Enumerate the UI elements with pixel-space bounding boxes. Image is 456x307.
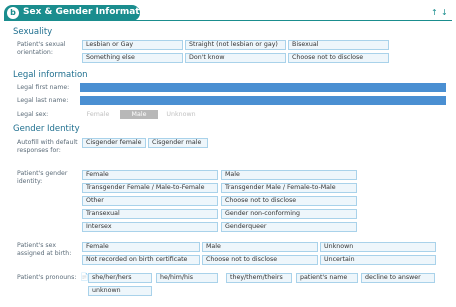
gender-identity-label: Patient's gender identity:	[17, 170, 68, 185]
gender-identity-option[interactable]: Transgender Male / Female-to-Male	[221, 183, 357, 193]
pronouns-label: Patient's pronouns:	[17, 274, 77, 281]
section-header: b Sex & Gender Information ↑ ↓	[4, 5, 452, 21]
pronoun-option[interactable]: patient's name	[296, 273, 358, 283]
sexual-orientation-label: Patient's sexual orientation:	[17, 41, 66, 56]
sex-at-birth-label: Patient's sex assigned at birth:	[17, 242, 72, 257]
gender-identity-option[interactable]: Transexual	[82, 209, 218, 219]
legal-sex-option-selected[interactable]: Male	[120, 110, 158, 119]
pronoun-option[interactable]: they/them/theirs	[226, 273, 292, 283]
orientation-option[interactable]: Don't know	[185, 53, 286, 63]
orientation-option[interactable]: Straight (not lesbian or gay)	[185, 40, 286, 50]
orientation-option[interactable]: Choose not to disclose	[288, 53, 389, 63]
logo-icon: b	[7, 7, 19, 19]
legal-sex-option[interactable]: Unknown	[162, 110, 200, 119]
legal-last-name-input[interactable]	[80, 96, 446, 105]
sex-at-birth-option[interactable]: Male	[202, 242, 318, 252]
header-tab: b Sex & Gender Information	[4, 5, 155, 21]
legal-sex-label: Legal sex:	[17, 111, 49, 118]
autofill-label: Autofill with default responses for:	[17, 139, 78, 154]
gender-identity-option[interactable]: Female	[82, 170, 218, 180]
pronoun-option[interactable]: he/him/his	[156, 273, 218, 283]
pronoun-option[interactable]: decline to answer	[361, 273, 435, 283]
gender-identity-option[interactable]: Genderqueer	[221, 222, 357, 232]
gender-identity-option[interactable]: Male	[221, 170, 357, 180]
legal-sex-option[interactable]: Female	[80, 110, 116, 119]
sex-at-birth-option[interactable]: Choose not to disclose	[202, 255, 318, 265]
orientation-option[interactable]: Bisexual	[288, 40, 389, 50]
gender-identity-option[interactable]: Gender non-conforming	[221, 209, 357, 219]
sex-at-birth-option[interactable]: Not recorded on birth certificate	[82, 255, 200, 265]
gender-identity-title: Gender Identity	[13, 124, 80, 134]
gender-identity-option[interactable]: Transgender Female / Male-to-Female	[82, 183, 218, 193]
sex-at-birth-option[interactable]: Unknown	[320, 242, 436, 252]
sex-at-birth-option[interactable]: Uncertain	[320, 255, 436, 265]
gender-identity-option[interactable]: Intersex	[82, 222, 218, 232]
pronoun-option[interactable]: she/her/hers	[88, 273, 152, 283]
legal-info-title: Legal information	[13, 70, 88, 80]
gender-identity-option[interactable]: Other	[82, 196, 218, 206]
legal-first-name-input[interactable]	[80, 83, 446, 92]
autofill-cisgender-female-button[interactable]: Cisgender female	[82, 138, 146, 148]
sexuality-title: Sexuality	[13, 27, 53, 37]
orientation-option[interactable]: Something else	[82, 53, 183, 63]
legal-first-name-label: Legal first name:	[17, 84, 70, 91]
legal-last-name-label: Legal last name:	[17, 97, 69, 104]
gender-identity-option[interactable]: Choose not to disclose	[221, 196, 357, 206]
arrow-down-icon[interactable]: ↓	[441, 8, 448, 17]
arrow-up-icon[interactable]: ↑	[431, 8, 438, 17]
autofill-cisgender-male-button[interactable]: Cisgender male	[148, 138, 208, 148]
orientation-option[interactable]: Lesbian or Gay	[82, 40, 183, 50]
sex-at-birth-option[interactable]: Female	[82, 242, 200, 252]
pronoun-option[interactable]: unknown	[88, 286, 152, 296]
header-divider	[4, 20, 452, 21]
header-title: Sex & Gender Information	[23, 7, 156, 17]
